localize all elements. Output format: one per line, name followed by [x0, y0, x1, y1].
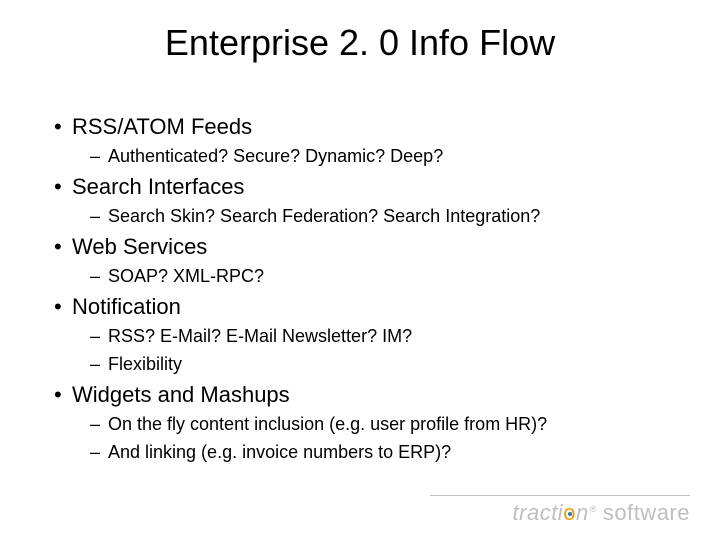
- bullet-3: Web Services: [54, 232, 680, 262]
- logo-registered: ®: [590, 504, 597, 514]
- logo-software: software: [603, 500, 690, 526]
- sub-text: Authenticated? Secure? Dynamic? Deep?: [108, 146, 443, 166]
- bullet-2-sub-1: Search Skin? Search Federation? Search I…: [90, 204, 680, 228]
- bullet-5-sub-1: On the fly content inclusion (e.g. user …: [90, 412, 680, 436]
- slide-content: RSS/ATOM Feeds Authenticated? Secure? Dy…: [54, 110, 680, 469]
- bullet-text: Search Interfaces: [72, 174, 244, 199]
- sub-text: On the fly content inclusion (e.g. user …: [108, 414, 547, 434]
- slide: Enterprise 2. 0 Info Flow RSS/ATOM Feeds…: [0, 0, 720, 540]
- bullet-4-sub-1: RSS? E-Mail? E-Mail Newsletter? IM?: [90, 324, 680, 348]
- bullet-4-sub-2: Flexibility: [90, 352, 680, 376]
- sub-text: RSS? E-Mail? E-Mail Newsletter? IM?: [108, 326, 412, 346]
- slide-title: Enterprise 2. 0 Info Flow: [0, 22, 720, 64]
- bullet-text: Widgets and Mashups: [72, 382, 290, 407]
- sub-text: Flexibility: [108, 354, 182, 374]
- bullet-text: Web Services: [72, 234, 207, 259]
- bullet-1-sub-1: Authenticated? Secure? Dynamic? Deep?: [90, 144, 680, 168]
- footer-logo: traction® software: [513, 500, 690, 526]
- sub-text: Search Skin? Search Federation? Search I…: [108, 206, 540, 226]
- logo-traction: traction®: [513, 500, 597, 526]
- footer-divider: [430, 495, 690, 496]
- bullet-3-sub-1: SOAP? XML-RPC?: [90, 264, 680, 288]
- bullet-text: Notification: [72, 294, 181, 319]
- sub-text: SOAP? XML-RPC?: [108, 266, 264, 286]
- bullet-2: Search Interfaces: [54, 172, 680, 202]
- bullet-4: Notification: [54, 292, 680, 322]
- bullet-5-sub-2: And linking (e.g. invoice numbers to ERP…: [90, 440, 680, 464]
- bullet-1: RSS/ATOM Feeds: [54, 112, 680, 142]
- logo-part-right: n: [576, 500, 589, 525]
- sub-text: And linking (e.g. invoice numbers to ERP…: [108, 442, 451, 462]
- logo-part-o: o: [563, 500, 576, 525]
- bullet-text: RSS/ATOM Feeds: [72, 114, 252, 139]
- bullet-5: Widgets and Mashups: [54, 380, 680, 410]
- logo-part-left: tracti: [513, 500, 564, 525]
